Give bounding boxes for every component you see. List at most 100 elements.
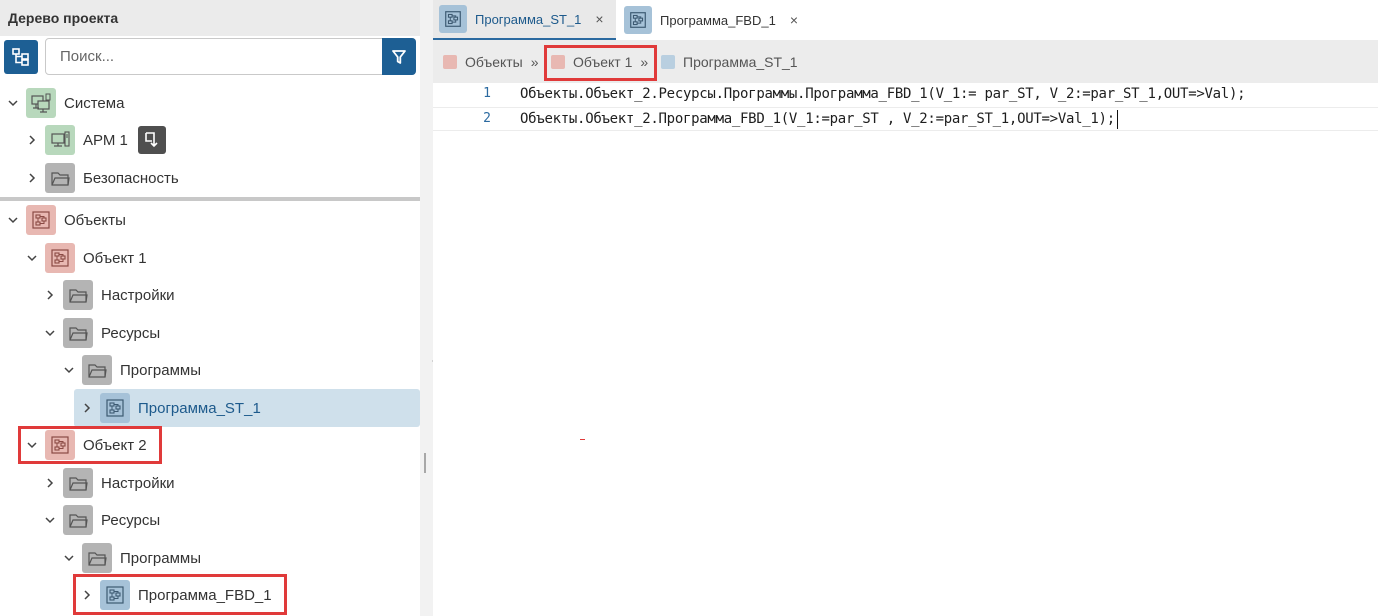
breadcrumb-separator: » [530, 54, 539, 70]
tree-node-objects[interactable]: Объекты [6, 202, 126, 238]
workstation-icon [45, 125, 75, 155]
tree-node-obj2-settings[interactable]: Настройки [43, 465, 175, 501]
program-color-icon [661, 55, 675, 69]
tree-label: Безопасность [83, 169, 179, 187]
tree-label: Программа_FBD_1 [138, 586, 272, 604]
object-icon [45, 430, 75, 460]
tree-label: Программа_ST_1 [138, 399, 261, 417]
chevron-down-icon[interactable] [43, 513, 57, 527]
code-editor[interactable]: 1 Объекты.Объект_2.Ресурсы.Программы.Про… [433, 83, 1378, 616]
folder-icon [63, 468, 93, 498]
tab-program-fbd1[interactable]: Программа_FBD_1 × [618, 0, 818, 40]
tree-node-object2[interactable]: Объект 2 [25, 427, 147, 463]
breadcrumb-separator: » [640, 54, 649, 70]
folder-icon [45, 163, 75, 193]
code-text[interactable]: Объекты.Объект_2.Программа_FBD_1(V_1:=pa… [520, 108, 1118, 130]
object-color-icon [551, 55, 565, 69]
chevron-down-icon[interactable] [25, 251, 39, 265]
breadcrumb-label: Объект 1 [573, 54, 633, 70]
breadcrumb-item-program-st1[interactable]: Программа_ST_1 [661, 53, 798, 71]
deploy-icon[interactable] [137, 126, 166, 154]
program-icon [439, 5, 467, 33]
tab-label: Программа_FBD_1 [660, 12, 776, 28]
tree-node-arm1[interactable]: АРМ 1 [25, 122, 166, 158]
annotation-mark [580, 439, 585, 440]
chevron-right-icon[interactable] [25, 171, 39, 185]
panel-title: Дерево проекта [8, 10, 119, 26]
tree-node-security[interactable]: Безопасность [25, 160, 179, 196]
tab-label: Программа_ST_1 [475, 11, 582, 27]
tab-program-st1[interactable]: Программа_ST_1 × [433, 0, 616, 40]
chevron-right-icon[interactable] [80, 588, 94, 602]
tree-node-program-fbd1[interactable]: Программа_FBD_1 [80, 577, 272, 613]
filter-button[interactable] [382, 38, 416, 75]
tab-bar: Программа_ST_1 × Программа_FBD_1 × [433, 0, 1378, 40]
folder-icon [63, 318, 93, 348]
breadcrumb-label: Объекты [465, 54, 523, 70]
project-tree-header: Дерево проекта [0, 0, 420, 36]
chevron-down-icon[interactable] [62, 363, 76, 377]
breadcrumb-item-object1[interactable]: Объект 1 » [551, 53, 648, 71]
editor-panel: Программа_ST_1 × Программа_FBD_1 × Объек… [433, 0, 1378, 616]
tree-divider [0, 197, 420, 201]
tree-node-obj1-resources[interactable]: Ресурсы [43, 315, 160, 351]
tree-label: Объекты [64, 211, 126, 229]
chevron-down-icon[interactable] [6, 213, 20, 227]
chevron-down-icon[interactable] [25, 438, 39, 452]
chevron-down-icon[interactable] [43, 326, 57, 340]
line-number: 1 [483, 86, 491, 101]
close-icon[interactable]: × [790, 12, 798, 28]
code-text[interactable]: Объекты.Объект_2.Ресурсы.Программы.Прогр… [520, 83, 1246, 105]
code-text-content: Объекты.Объект_2.Программа_FBD_1(V_1:=pa… [520, 111, 1115, 127]
folder-icon [63, 505, 93, 535]
system-icon [26, 88, 56, 118]
program-icon [624, 6, 652, 34]
hierarchy-icon [12, 48, 29, 66]
filter-icon [392, 49, 406, 64]
objects-icon [26, 205, 56, 235]
tree-label: Система [64, 94, 125, 112]
chevron-down-icon[interactable] [62, 551, 76, 565]
project-tree-panel: Дерево проекта Система АРМ 1 Безо [0, 0, 420, 616]
chevron-right-icon[interactable] [25, 133, 39, 147]
search-input[interactable] [46, 39, 382, 74]
program-icon [100, 393, 130, 423]
line-number: 2 [483, 111, 491, 126]
object-icon [45, 243, 75, 273]
chevron-right-icon[interactable] [43, 476, 57, 490]
tree-structure-button[interactable] [4, 40, 38, 74]
code-line[interactable]: 1 Объекты.Объект_2.Ресурсы.Программы.Про… [433, 83, 1378, 107]
folder-icon [82, 355, 112, 385]
breadcrumb-label: Программа_ST_1 [683, 54, 798, 70]
splitter-grip[interactable] [424, 453, 426, 473]
search-field[interactable] [45, 38, 416, 75]
chevron-down-icon[interactable] [6, 96, 20, 110]
tree-label: Объект 1 [83, 249, 147, 267]
close-icon[interactable]: × [595, 11, 603, 27]
tree-label: Ресурсы [101, 511, 161, 529]
breadcrumb: Объекты » Объект 1 » Программа_ST_1 [433, 40, 1378, 83]
text-caret [1116, 109, 1118, 129]
program-icon [100, 580, 130, 610]
tree-label: Ресурсы [101, 324, 161, 342]
tree-node-obj1-settings[interactable]: Настройки [43, 277, 175, 313]
tree-label: Программы [120, 549, 202, 567]
object-color-icon [443, 55, 457, 69]
tree-node-object1[interactable]: Объект 1 [25, 240, 147, 276]
tree-label: Объект 2 [83, 436, 147, 454]
tree-label: Настройки [101, 286, 175, 304]
tree-node-obj2-resources[interactable]: Ресурсы [43, 502, 160, 538]
folder-icon [63, 280, 93, 310]
tree-node-obj2-programs[interactable]: Программы [62, 540, 201, 576]
folder-icon [82, 543, 112, 573]
panel-splitter[interactable] [420, 0, 435, 616]
tree-label: АРМ 1 [83, 131, 128, 149]
tree-node-obj1-programs[interactable]: Программы [62, 352, 201, 388]
code-line-current[interactable]: 2 Объекты.Объект_2.Программа_FBD_1(V_1:=… [433, 107, 1378, 131]
chevron-right-icon[interactable] [80, 401, 94, 415]
tree-node-program-st1[interactable]: Программа_ST_1 [74, 389, 420, 427]
breadcrumb-item-objects[interactable]: Объекты » [443, 53, 539, 71]
chevron-right-icon[interactable] [43, 288, 57, 302]
tree-label: Настройки [101, 474, 175, 492]
tree-node-system[interactable]: Система [6, 85, 124, 121]
